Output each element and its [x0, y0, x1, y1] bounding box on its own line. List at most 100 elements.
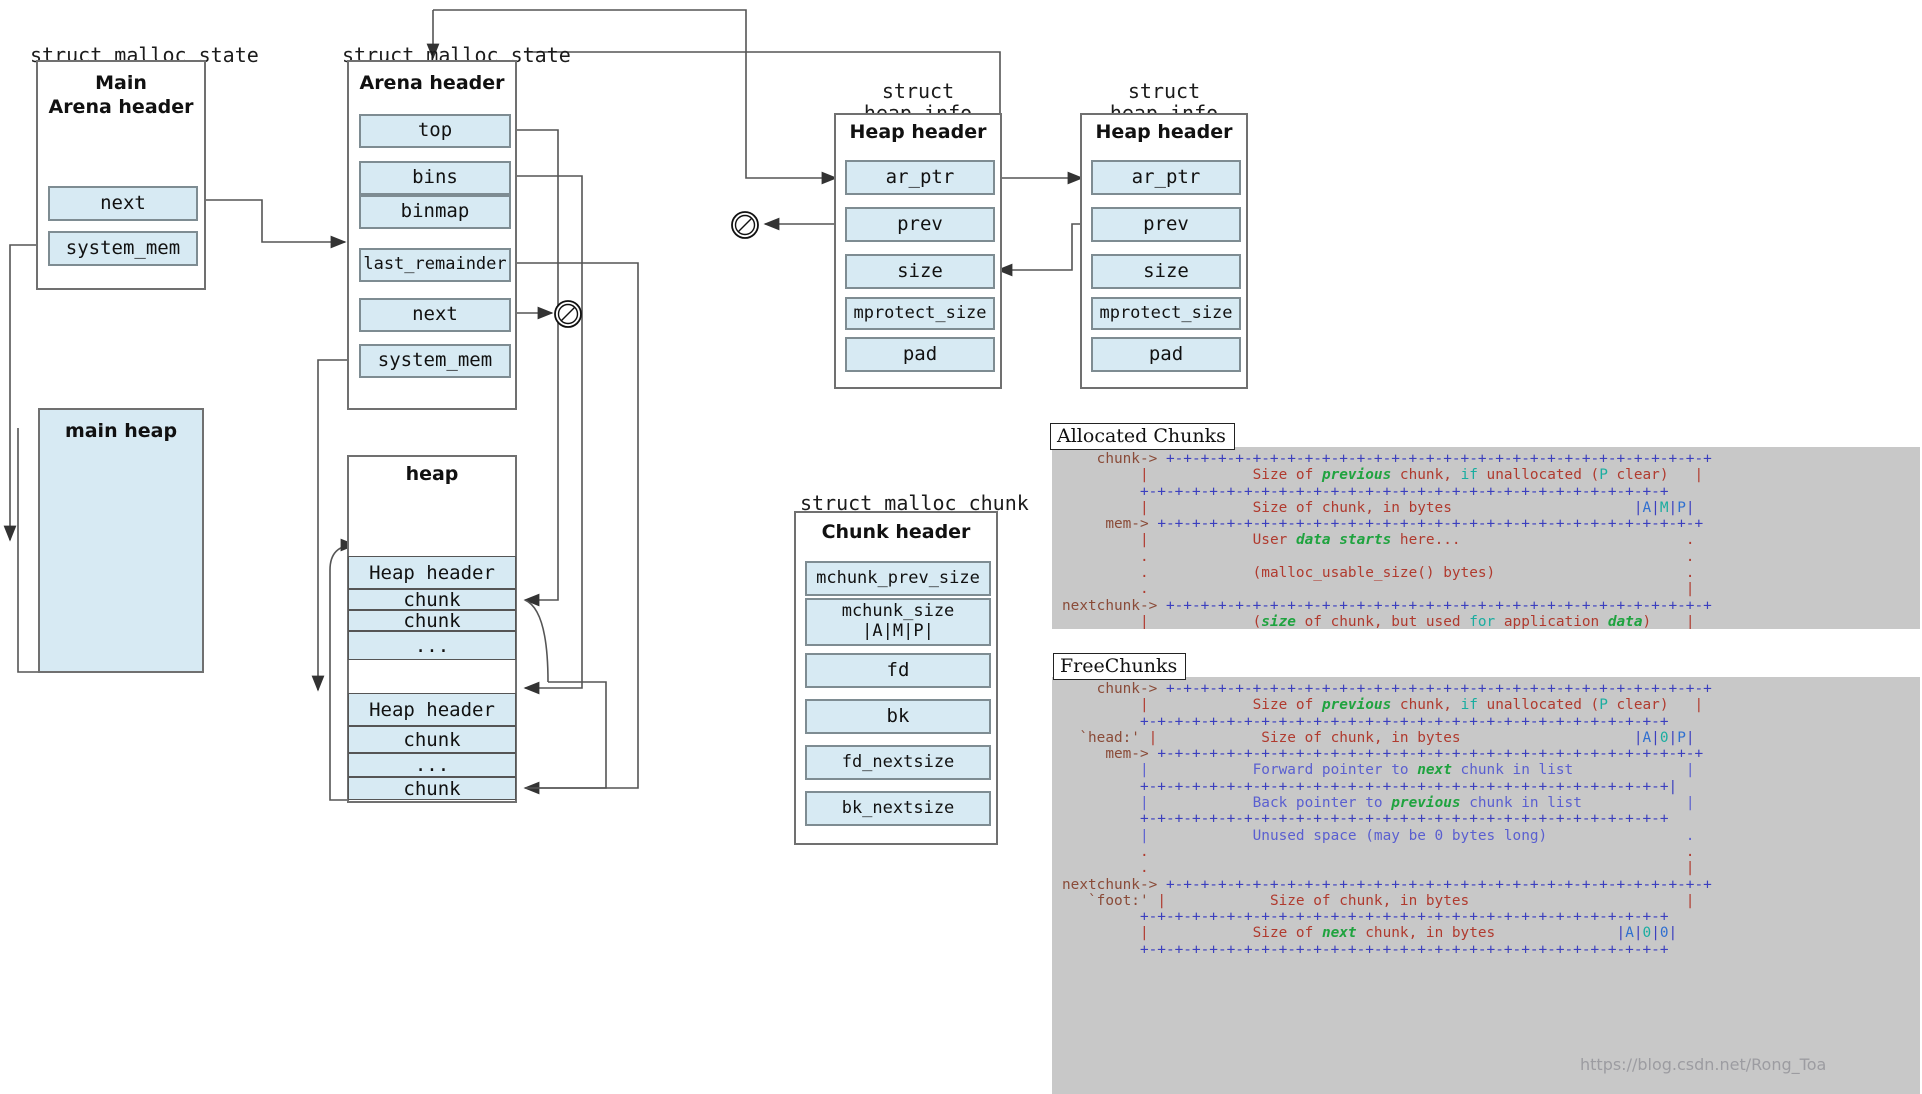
arena-field-system_mem[interactable]: system_mem	[359, 344, 511, 378]
arena-title: Arena header	[349, 72, 515, 96]
free-chunks-art: chunk-> +-+-+-+-+-+-+-+-+-+-+-+-+-+-+-+-…	[1052, 681, 1920, 958]
art-line: . |	[1052, 860, 1920, 876]
field-label: mchunk_size |A|M|P|	[842, 602, 955, 641]
field-label: pad	[903, 344, 937, 366]
field-label: top	[418, 120, 452, 142]
art-line: | (size of chunk, but used for applicati…	[1052, 614, 1920, 629]
allocated-chunks-art: chunk-> +-+-+-+-+-+-+-+-+-+-+-+-+-+-+-+-…	[1052, 451, 1920, 629]
chunk-field-bk[interactable]: bk	[805, 699, 991, 734]
row-label: chunk	[403, 729, 460, 751]
heap-row-chunk-3[interactable]: chunk	[348, 726, 516, 753]
art-line: chunk-> +-+-+-+-+-+-+-+-+-+-+-+-+-+-+-+-…	[1052, 681, 1920, 697]
main-arena-field-system_mem[interactable]: system_mem	[48, 231, 198, 266]
row-label: Heap header	[369, 562, 495, 584]
heap-info-2-field-size[interactable]: size	[1091, 254, 1241, 289]
art-line: mem-> +-+-+-+-+-+-+-+-+-+-+-+-+-+-+-+-+-…	[1052, 746, 1920, 762]
art-line: . (malloc_usable_size() bytes) .	[1052, 565, 1920, 581]
field-label: mchunk_prev_size	[816, 569, 980, 589]
art-line: +-+-+-+-+-+-+-+-+-+-+-+-+-+-+-+-+-+-+-+-…	[1052, 811, 1920, 827]
art-line: | User data starts here... .	[1052, 532, 1920, 548]
art-line: +-+-+-+-+-+-+-+-+-+-+-+-+-+-+-+-+-+-+-+-…	[1052, 779, 1920, 795]
art-line: `foot:' | Size of chunk, in bytes |	[1052, 893, 1920, 909]
heap-row-heap-header-2[interactable]: Heap header	[348, 693, 516, 726]
field-label: binmap	[401, 201, 470, 223]
art-line: . .	[1052, 549, 1920, 565]
heap-info-1-field-ar_ptr[interactable]: ar_ptr	[845, 160, 995, 195]
arena-field-bins[interactable]: bins	[359, 161, 511, 195]
art-line: | Forward pointer to next chunk in list …	[1052, 762, 1920, 778]
field-label: mprotect_size	[853, 304, 986, 324]
art-line: | Size of next chunk, in bytes |A|0|0|	[1052, 925, 1920, 941]
heap-info-1-field-size[interactable]: size	[845, 254, 995, 289]
heap-info-2-field-pad[interactable]: pad	[1091, 337, 1241, 372]
art-line: . .	[1052, 844, 1920, 860]
art-line: | Size of previous chunk, if unallocated…	[1052, 697, 1920, 713]
field-label: bk_nextsize	[842, 799, 955, 819]
no-entry-icon	[552, 298, 584, 330]
chunk-field-fd_nextsize[interactable]: fd_nextsize	[805, 745, 991, 780]
field-label: bk	[887, 706, 910, 728]
chunk-field-fd[interactable]: fd	[805, 653, 991, 688]
heap-title: heap	[349, 463, 515, 487]
allocated-chunks-panel: chunk-> +-+-+-+-+-+-+-+-+-+-+-+-+-+-+-+-…	[1052, 447, 1920, 629]
row-label: chunk	[403, 778, 460, 800]
field-label: bins	[412, 167, 458, 189]
heap-info-title-1: Heap header	[836, 121, 1000, 145]
field-label: size	[1143, 261, 1189, 283]
field-label: next	[100, 193, 146, 215]
chunk-field-bk_nextsize[interactable]: bk_nextsize	[805, 791, 991, 826]
chunk-header-title: Chunk header	[796, 521, 996, 545]
heap-info-1-field-pad[interactable]: pad	[845, 337, 995, 372]
arena-field-next[interactable]: next	[359, 298, 511, 332]
heap-info-title-2: Heap header	[1082, 121, 1246, 145]
heap-info-1-field-mprotect_size[interactable]: mprotect_size	[845, 297, 995, 330]
art-line: nextchunk-> +-+-+-+-+-+-+-+-+-+-+-+-+-+-…	[1052, 598, 1920, 614]
no-entry-icon	[729, 209, 761, 241]
free-chunks-label: FreeChunks	[1053, 653, 1186, 680]
art-line: . |	[1052, 581, 1920, 597]
art-line: | Back pointer to previous chunk in list…	[1052, 795, 1920, 811]
main-heap-title: main heap	[40, 420, 202, 444]
heap-info-2-field-mprotect_size[interactable]: mprotect_size	[1091, 297, 1241, 330]
main-arena-field-next[interactable]: next	[48, 186, 198, 221]
heap-info-1-field-prev[interactable]: prev	[845, 207, 995, 242]
heap-row-chunk-4[interactable]: chunk	[348, 777, 516, 800]
row-label: chunk	[403, 589, 460, 611]
arena-header-box: Arena header top bins binmap last_remain…	[347, 60, 517, 410]
heap-row-chunk-2[interactable]: chunk	[348, 610, 516, 631]
heap-info-2-field-prev[interactable]: prev	[1091, 207, 1241, 242]
watermark: https://blog.csdn.net/Rong_Toa	[1580, 1055, 1826, 1074]
heap-info-2-field-ar_ptr[interactable]: ar_ptr	[1091, 160, 1241, 195]
art-line: +-+-+-+-+-+-+-+-+-+-+-+-+-+-+-+-+-+-+-+-…	[1052, 909, 1920, 925]
field-label: last_remainder	[363, 255, 506, 275]
arena-field-last_remainder[interactable]: last_remainder	[359, 248, 511, 282]
field-label: pad	[1149, 344, 1183, 366]
art-line: | Size of chunk, in bytes |A|M|P|	[1052, 500, 1920, 516]
field-label: size	[897, 261, 943, 283]
main-arena-header-box: Main Arena header next system_mem	[36, 60, 206, 290]
field-label: system_mem	[378, 350, 492, 372]
heap-info-box-2: Heap header ar_ptr prev size mprotect_si…	[1080, 113, 1248, 389]
heap-info-box-1: Heap header ar_ptr prev size mprotect_si…	[834, 113, 1002, 389]
row-label: ...	[415, 754, 449, 776]
chunk-field-mchunk_size[interactable]: mchunk_size |A|M|P|	[805, 598, 991, 646]
free-chunks-panel: chunk-> +-+-+-+-+-+-+-+-+-+-+-+-+-+-+-+-…	[1052, 677, 1920, 1094]
field-label: fd	[887, 660, 910, 682]
art-line: `head:' | Size of chunk, in bytes |A|0|P…	[1052, 730, 1920, 746]
art-line: +-+-+-+-+-+-+-+-+-+-+-+-+-+-+-+-+-+-+-+-…	[1052, 714, 1920, 730]
heap-row-heap-header-1[interactable]: Heap header	[348, 556, 516, 589]
heap-row-chunk-1[interactable]: chunk	[348, 589, 516, 610]
row-label: ...	[415, 635, 449, 657]
arena-field-top[interactable]: top	[359, 114, 511, 148]
chunk-field-mchunk_prev_size[interactable]: mchunk_prev_size	[805, 561, 991, 596]
allocated-chunks-label: Allocated Chunks	[1050, 423, 1235, 450]
art-line: | Unused space (may be 0 bytes long) .	[1052, 828, 1920, 844]
main-arena-title: Main Arena header	[38, 72, 204, 120]
heap-row-ellipsis-2: ...	[348, 753, 516, 777]
art-line: | Size of previous chunk, if unallocated…	[1052, 467, 1920, 483]
arena-field-binmap[interactable]: binmap	[359, 195, 511, 229]
art-line: +-+-+-+-+-+-+-+-+-+-+-+-+-+-+-+-+-+-+-+-…	[1052, 942, 1920, 958]
chunk-header-box: Chunk header mchunk_prev_size mchunk_siz…	[794, 511, 998, 845]
field-label: fd_nextsize	[842, 753, 955, 773]
field-label: ar_ptr	[886, 167, 955, 189]
